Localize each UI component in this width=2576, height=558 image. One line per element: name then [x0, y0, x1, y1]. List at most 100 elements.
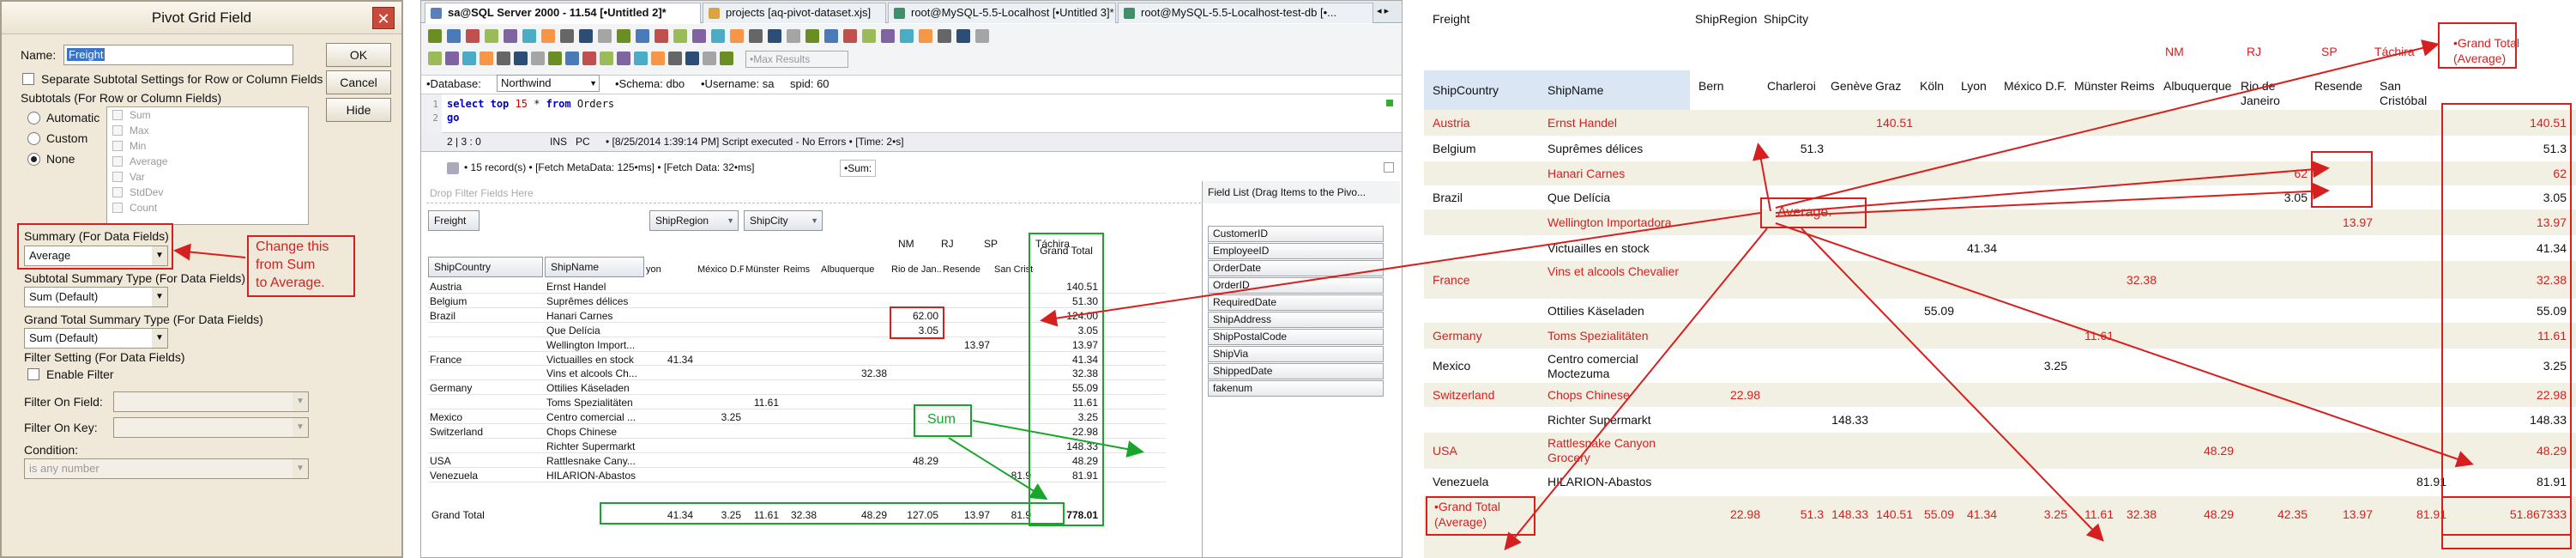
toolbar-icon[interactable] — [531, 52, 545, 65]
toolbar-icon[interactable] — [466, 29, 480, 43]
dialog-title: Pivot Grid Field — [151, 9, 252, 26]
toolbar-icon[interactable] — [634, 52, 648, 65]
toolbar-icon[interactable] — [730, 29, 744, 43]
shipcity-field-button[interactable]: ShipCity ▼ — [744, 210, 823, 231]
separate-subtotal-checkbox[interactable] — [22, 73, 34, 85]
field-list-item[interactable]: fakenum — [1208, 380, 1384, 397]
ok-button[interactable]: OK — [326, 43, 391, 67]
toolbar-icon[interactable] — [428, 29, 442, 43]
toolbar-icon[interactable] — [514, 52, 528, 65]
subtotal-summary-select[interactable]: Sum (Default) ▼ — [24, 287, 168, 307]
toolbar-icon[interactable] — [768, 29, 781, 43]
field-list-item[interactable]: CustomerID — [1208, 226, 1384, 242]
filter-drop-zone[interactable]: Drop Filter Fields Here — [426, 183, 1205, 203]
toolbar-icon[interactable] — [824, 29, 838, 43]
filter-on-key-select[interactable]: ▼ — [113, 417, 309, 438]
filter-on-field-select[interactable]: ▼ — [113, 391, 309, 412]
toolbar-icon[interactable] — [881, 29, 895, 43]
radio-custom[interactable] — [27, 132, 40, 145]
field-list-item[interactable]: EmployeeID — [1208, 243, 1384, 259]
pin-icon[interactable] — [1384, 162, 1394, 173]
toolbar-icon[interactable] — [805, 29, 819, 43]
toolbar-icon[interactable] — [843, 29, 857, 43]
toolbar-icon[interactable] — [720, 52, 733, 65]
toolbar-icon[interactable] — [655, 29, 668, 43]
hide-button[interactable]: Hide — [326, 98, 391, 122]
toolbar-icon[interactable] — [485, 29, 498, 43]
list-item[interactable]: Max — [107, 123, 308, 138]
cancel-button[interactable]: Cancel — [326, 70, 391, 94]
field-list-item[interactable]: ShipAddress — [1208, 312, 1384, 328]
toolbar-icon[interactable] — [651, 52, 665, 65]
toolbar-icon[interactable] — [428, 52, 442, 65]
list-item[interactable]: StdDev — [107, 185, 308, 200]
list-item[interactable]: Sum — [107, 107, 308, 123]
toolbar-icon[interactable] — [617, 29, 630, 43]
radio-none[interactable] — [27, 153, 40, 166]
toolbar-icon[interactable] — [703, 52, 716, 65]
toolbar-icon[interactable] — [497, 52, 510, 65]
toolbar-icon[interactable] — [673, 29, 687, 43]
shipregion-field-button[interactable]: ShipRegion ▼ — [649, 210, 739, 231]
freight-field-button[interactable]: Freight — [428, 210, 480, 231]
pivot-value: 3.25 — [2043, 358, 2067, 373]
toolbar-icon[interactable] — [582, 52, 596, 65]
toolbar-icon[interactable] — [548, 52, 562, 65]
toolbar-icon[interactable] — [975, 29, 989, 43]
database-select[interactable]: Northwind ▼ — [497, 75, 600, 92]
toolbar-icon[interactable] — [462, 52, 476, 65]
tab-mysql-test[interactable]: root@MySQL-5.5-Localhost-test-db [•... — [1118, 3, 1373, 23]
field-list-item[interactable]: OrderDate — [1208, 260, 1384, 276]
tab-mysql[interactable]: root@MySQL-5.5-Localhost [•Untitled 3]* — [888, 3, 1116, 23]
field-list-item[interactable]: ShipVia — [1208, 346, 1384, 362]
toolbar-icon[interactable] — [692, 29, 706, 43]
radio-automatic[interactable] — [27, 112, 40, 124]
condition-select[interactable]: is any number ▼ — [24, 458, 309, 479]
toolbar-icon[interactable] — [541, 29, 555, 43]
grid-icon[interactable] — [447, 162, 459, 174]
list-item[interactable]: Var — [107, 169, 308, 185]
toolbar-icon[interactable] — [956, 29, 970, 43]
toolbar-icon[interactable] — [504, 29, 517, 43]
toolbar-icon[interactable] — [636, 29, 649, 43]
grand-total-summary-select[interactable]: Sum (Default) ▼ — [24, 328, 168, 349]
toolbar-icon[interactable] — [919, 29, 932, 43]
name-input-value: Freight — [67, 48, 106, 61]
list-item[interactable]: Min — [107, 138, 308, 154]
list-item[interactable]: Count — [107, 200, 308, 215]
toolbar-icon[interactable] — [598, 29, 612, 43]
toolbar-icon[interactable] — [749, 29, 763, 43]
toolbar-icon[interactable] — [938, 29, 951, 43]
toolbar-icon[interactable] — [445, 52, 459, 65]
toolbar-icon[interactable] — [900, 29, 914, 43]
field-list-item[interactable]: OrderID — [1208, 277, 1384, 294]
toolbar-icon[interactable] — [565, 52, 579, 65]
toolbar-icon[interactable] — [600, 52, 613, 65]
toolbar-icon[interactable] — [685, 52, 699, 65]
shipname-field-button[interactable]: ShipName — [545, 257, 644, 277]
tab-sql-server[interactable]: sa@SQL Server 2000 - 11.54 [•Untitled 2]… — [425, 3, 701, 23]
toolbar-icon[interactable] — [579, 29, 593, 43]
toolbar-icon[interactable] — [617, 52, 630, 65]
toolbar-icon[interactable] — [522, 29, 536, 43]
list-item[interactable]: Average — [107, 154, 308, 169]
toolbar-icon[interactable] — [447, 29, 461, 43]
toolbar-icon[interactable] — [711, 29, 725, 43]
max-results-input[interactable]: •Max Results — [745, 51, 848, 68]
sql-editor[interactable]: 12 select top 15 * from Orders go — [421, 94, 1402, 134]
field-list-item[interactable]: ShippedDate — [1208, 363, 1384, 379]
toolbar-icon[interactable] — [560, 29, 574, 43]
tab-scroll-arrows[interactable]: ◂ ▸ — [1377, 5, 1389, 16]
shipcountry-field-button[interactable]: ShipCountry — [428, 257, 543, 277]
field-list-item[interactable]: ShipPostalCode — [1208, 329, 1384, 345]
name-input[interactable]: Freight — [63, 45, 293, 65]
toolbar-icon[interactable] — [480, 52, 493, 65]
subtotal-function-list[interactable]: Sum Max Min Average Var StdDev Count — [106, 106, 309, 225]
toolbar-icon[interactable] — [787, 29, 800, 43]
enable-filter-checkbox[interactable] — [27, 368, 39, 380]
field-list-item[interactable]: RequiredDate — [1208, 294, 1384, 311]
toolbar-icon[interactable] — [862, 29, 876, 43]
tab-projects[interactable]: projects [aq-pivot-dataset.xjs] — [703, 3, 886, 23]
close-icon[interactable]: ✕ — [372, 7, 395, 29]
toolbar-icon[interactable] — [668, 52, 682, 65]
